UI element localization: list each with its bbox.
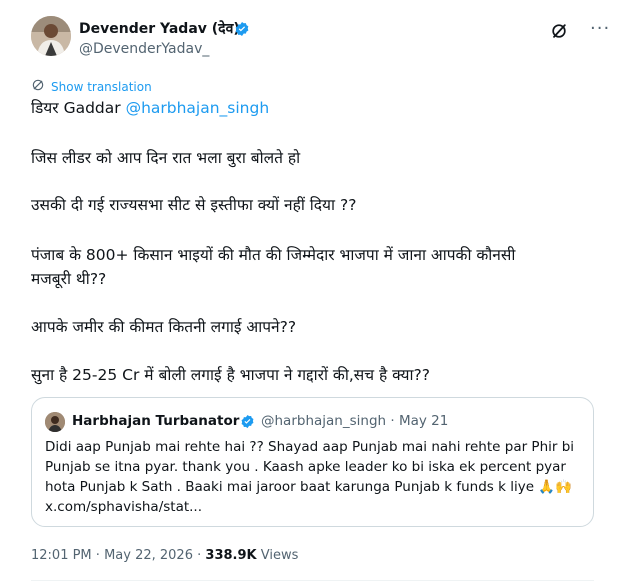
quoted-line-2: Punjab se itna pyar. thank you . Kaash a… — [45, 459, 566, 475]
quoted-line-1: Didi aap Punjab mai rehte hai ?? Shayad … — [45, 439, 575, 455]
views-count: 338.9K — [205, 548, 257, 563]
more-icon[interactable]: ··· — [590, 18, 610, 39]
quoted-verified-badge-icon — [240, 414, 255, 429]
author-handle[interactable]: @DevenderYadav_ — [79, 41, 209, 57]
tweet-line-4b: मजबूरी थी?? — [31, 270, 107, 288]
tweet-time[interactable]: 12:01 PM — [31, 548, 92, 563]
meta-dot-2: · — [197, 548, 202, 563]
tweet-line-4a: पंजाब के 800+ किसान भाइयों की मौत की जिम… — [31, 246, 516, 264]
mention-link[interactable]: @harbhajan_singh — [126, 99, 270, 117]
tweet-line-3: उसकी दी गई राज्यसभा सीट से इस्तीफा क्यों… — [31, 196, 357, 214]
quoted-date[interactable]: May 21 — [399, 413, 448, 429]
quoted-meta: @harbhajan_singh · May 21 — [261, 413, 448, 429]
quoted-separator: · — [390, 413, 395, 429]
show-translation-link[interactable]: Show translation — [51, 80, 152, 94]
quoted-tweet-card[interactable]: Harbhajan Turbanator @harbhajan_singh · … — [31, 397, 594, 527]
quoted-line-4-link[interactable]: x.com/sphavisha/stat... — [45, 497, 202, 517]
quoted-line-3: hota Punjab k Sath . Baaki mai jaroor ba… — [45, 479, 572, 495]
author-name[interactable]: Devender Yadav (देव) — [79, 19, 240, 38]
tweet-meta-row: 12:01 PM · May 22, 2026 · 338.9K Views — [31, 548, 298, 563]
quoted-author-name[interactable]: Harbhajan Turbanator — [72, 413, 239, 429]
tweet-line-6: सुना है 25-25 Cr में बोली लगाई है भाजपा … — [31, 366, 430, 384]
divider — [31, 580, 594, 581]
views-label: Views — [260, 548, 299, 563]
quoted-author-avatar[interactable] — [45, 412, 65, 432]
tweet-line-1-text: डियर Gaddar — [31, 99, 121, 117]
tweet-line-5: आपके जमीर की कीमत कितनी लगाई आपने?? — [31, 318, 297, 336]
grok-icon[interactable] — [549, 21, 569, 41]
translate-row[interactable]: Show translation — [31, 77, 152, 96]
meta-dot-1: · — [95, 548, 100, 563]
verified-badge-icon — [234, 21, 250, 37]
tweet-line-2: जिस लीडर को आप दिन रात भला बुरा बोलते हो — [31, 149, 301, 167]
tweet-date[interactable]: May 22, 2026 — [104, 548, 193, 563]
author-avatar[interactable] — [31, 16, 71, 56]
quoted-handle[interactable]: @harbhajan_singh — [261, 413, 386, 429]
translate-icon — [31, 77, 45, 96]
tweet-line-1: डियर Gaddar @harbhajan_singh — [31, 97, 269, 119]
